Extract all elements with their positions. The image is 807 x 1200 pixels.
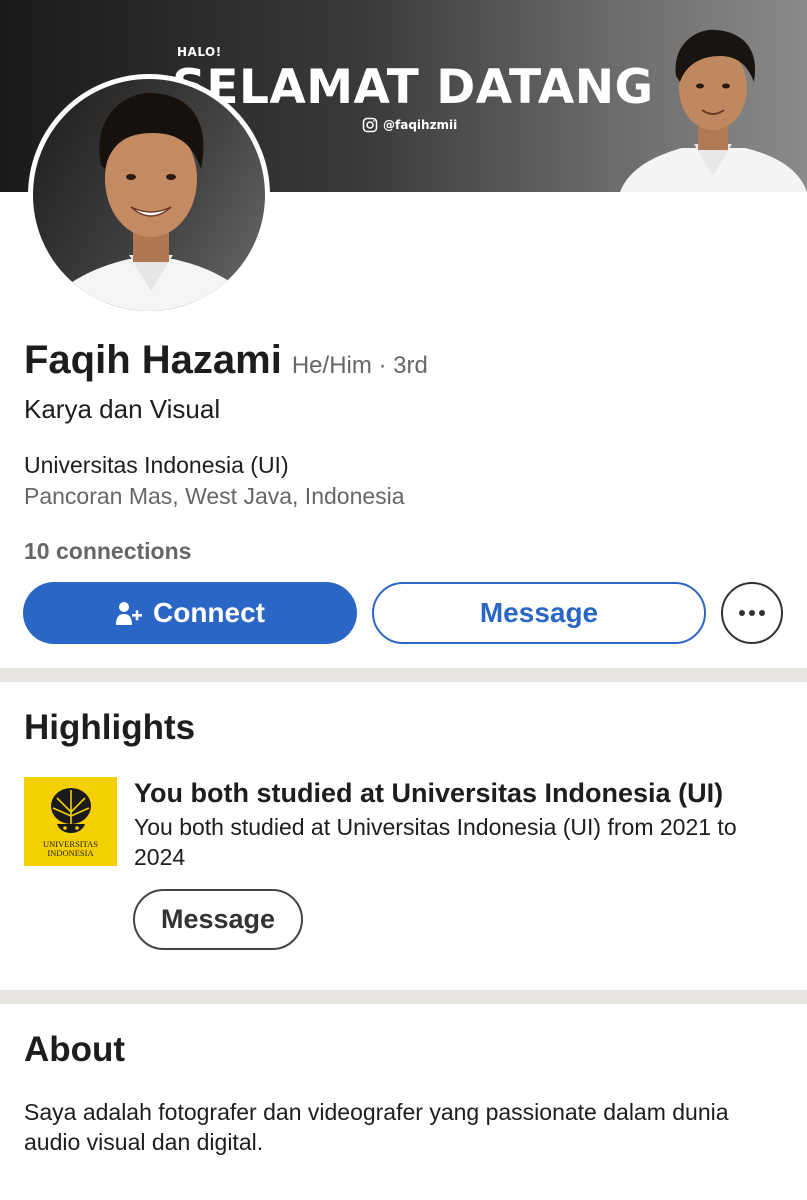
highlight-description: You both studied at Universitas Indonesi… [134, 814, 737, 870]
university-logo[interactable]: UNIVERSITAS INDONESIA [24, 777, 117, 866]
about-text: Saya adalah fotografer dan videografer y… [24, 1099, 729, 1155]
about-title: About [24, 1030, 126, 1069]
highlights-title: Highlights [24, 708, 196, 747]
instagram-icon [362, 117, 378, 133]
profile-location: Pancoran Mas, West Java, Indonesia [24, 483, 405, 509]
more-options-button[interactable] [721, 582, 783, 644]
profile-school[interactable]: Universitas Indonesia (UI) [24, 452, 289, 479]
message-button[interactable]: Message [372, 582, 706, 644]
profile-headline: Karya dan Visual [24, 394, 221, 424]
name-row: Faqih Hazami He/Him · 3rd [24, 338, 428, 383]
banner-person-photo [620, 29, 807, 192]
add-person-icon [116, 602, 142, 625]
connect-label: Connect [153, 597, 265, 628]
pronouns-degree: He/Him · 3rd [291, 352, 428, 379]
instagram-handle: @faqihzmii [383, 118, 458, 132]
avatar-photo [43, 92, 259, 311]
connect-button[interactable]: Connect [23, 582, 357, 644]
makara-emblem-icon [50, 787, 91, 833]
more-options-icon [739, 610, 745, 616]
highlight-message-button[interactable]: Message [133, 889, 303, 950]
banner-greeting: HALO! [177, 45, 222, 59]
profile-avatar[interactable] [28, 74, 270, 316]
banner-title: SELAMAT DATANG [172, 60, 654, 115]
banner-instagram: @faqihzmii [362, 117, 457, 133]
profile-name: Faqih Hazami [24, 338, 282, 382]
section-divider [0, 668, 807, 682]
section-divider [0, 990, 807, 1004]
connections-count[interactable]: 10 connections [24, 538, 191, 565]
highlight-title: You both studied at Universitas Indonesi… [134, 778, 724, 808]
logo-text: UNIVERSITAS INDONESIA [42, 838, 99, 858]
